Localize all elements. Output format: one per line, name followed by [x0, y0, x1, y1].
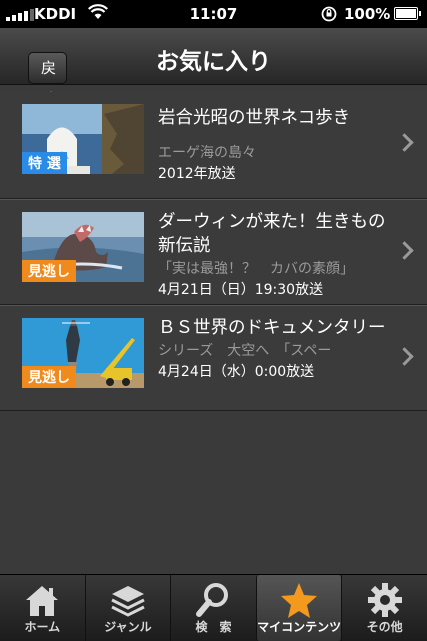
program-title: ダーウィンが来た！生きもの新伝説 [158, 212, 386, 256]
program-subtitle: 「実は最強！？ カバの素顔」 [158, 261, 354, 277]
chevron-right-icon [395, 241, 414, 260]
tab-label: ホーム [24, 620, 61, 634]
program-title: ＢＳ世界のドキュメンタリー [158, 318, 386, 338]
program-thumbnail: 特 選 [22, 104, 144, 174]
tab-bar: ホーム ジャンル 検 索 マイコンテンツ その他 [0, 574, 427, 641]
chevron-right-icon [395, 347, 414, 366]
favorites-list: 特 選 岩合光昭の世界ネコ歩き エーゲ海の島々 2012年放送 見逃し ダーウィ… [0, 85, 427, 411]
tab-home[interactable]: ホーム [0, 575, 85, 641]
tab-label: ジャンル [104, 620, 152, 634]
tab-genre[interactable]: ジャンル [84, 575, 171, 641]
search-icon [196, 583, 229, 617]
broadcast-date: 4月24日（水）0:00放送 [158, 364, 315, 380]
status-bar: KDDI 11:07 100% [0, 0, 427, 28]
back-button[interactable]: 戻る [28, 52, 68, 107]
star-icon [281, 583, 318, 618]
tab-label: マイコンテンツ [257, 620, 342, 634]
program-thumbnail: 見逃し [22, 212, 144, 282]
home-icon [26, 586, 59, 616]
tab-label: その他 [366, 620, 403, 634]
battery-icon [394, 7, 421, 20]
status-badge: 見逃し [22, 366, 76, 388]
list-item[interactable]: 見逃し ＢＳ世界のドキュメンタリー シリーズ 大空へ 「スペー 4月24日（水）… [0, 305, 427, 411]
broadcast-date: 2012年放送 [158, 166, 236, 182]
chevron-right-icon [395, 133, 414, 152]
tab-search[interactable]: 検 索 [170, 575, 256, 641]
rotation-lock-icon [321, 6, 337, 22]
list-item[interactable]: 見逃し ダーウィンが来た！生きもの新伝説 「実は最強！？ カバの素顔」 4月21… [0, 199, 427, 305]
gear-icon [367, 583, 402, 617]
tab-my-contents[interactable]: マイコンテンツ [255, 575, 342, 641]
tab-other[interactable]: その他 [341, 575, 427, 641]
status-badge: 見逃し [22, 260, 76, 282]
program-title: 岩合光昭の世界ネコ歩き [158, 108, 351, 128]
battery-percent: 100% [344, 5, 391, 23]
tab-label: 検 索 [195, 620, 232, 634]
broadcast-date: 4月21日（日）19:30放送 [158, 282, 324, 298]
program-subtitle: エーゲ海の島々 [158, 145, 256, 161]
status-badge: 特 選 [22, 152, 67, 174]
program-subtitle: シリーズ 大空へ 「スペー [158, 343, 332, 359]
list-item[interactable]: 特 選 岩合光昭の世界ネコ歩き エーゲ海の島々 2012年放送 [0, 92, 427, 199]
program-thumbnail: 見逃し [22, 318, 144, 388]
layers-icon [111, 586, 145, 617]
